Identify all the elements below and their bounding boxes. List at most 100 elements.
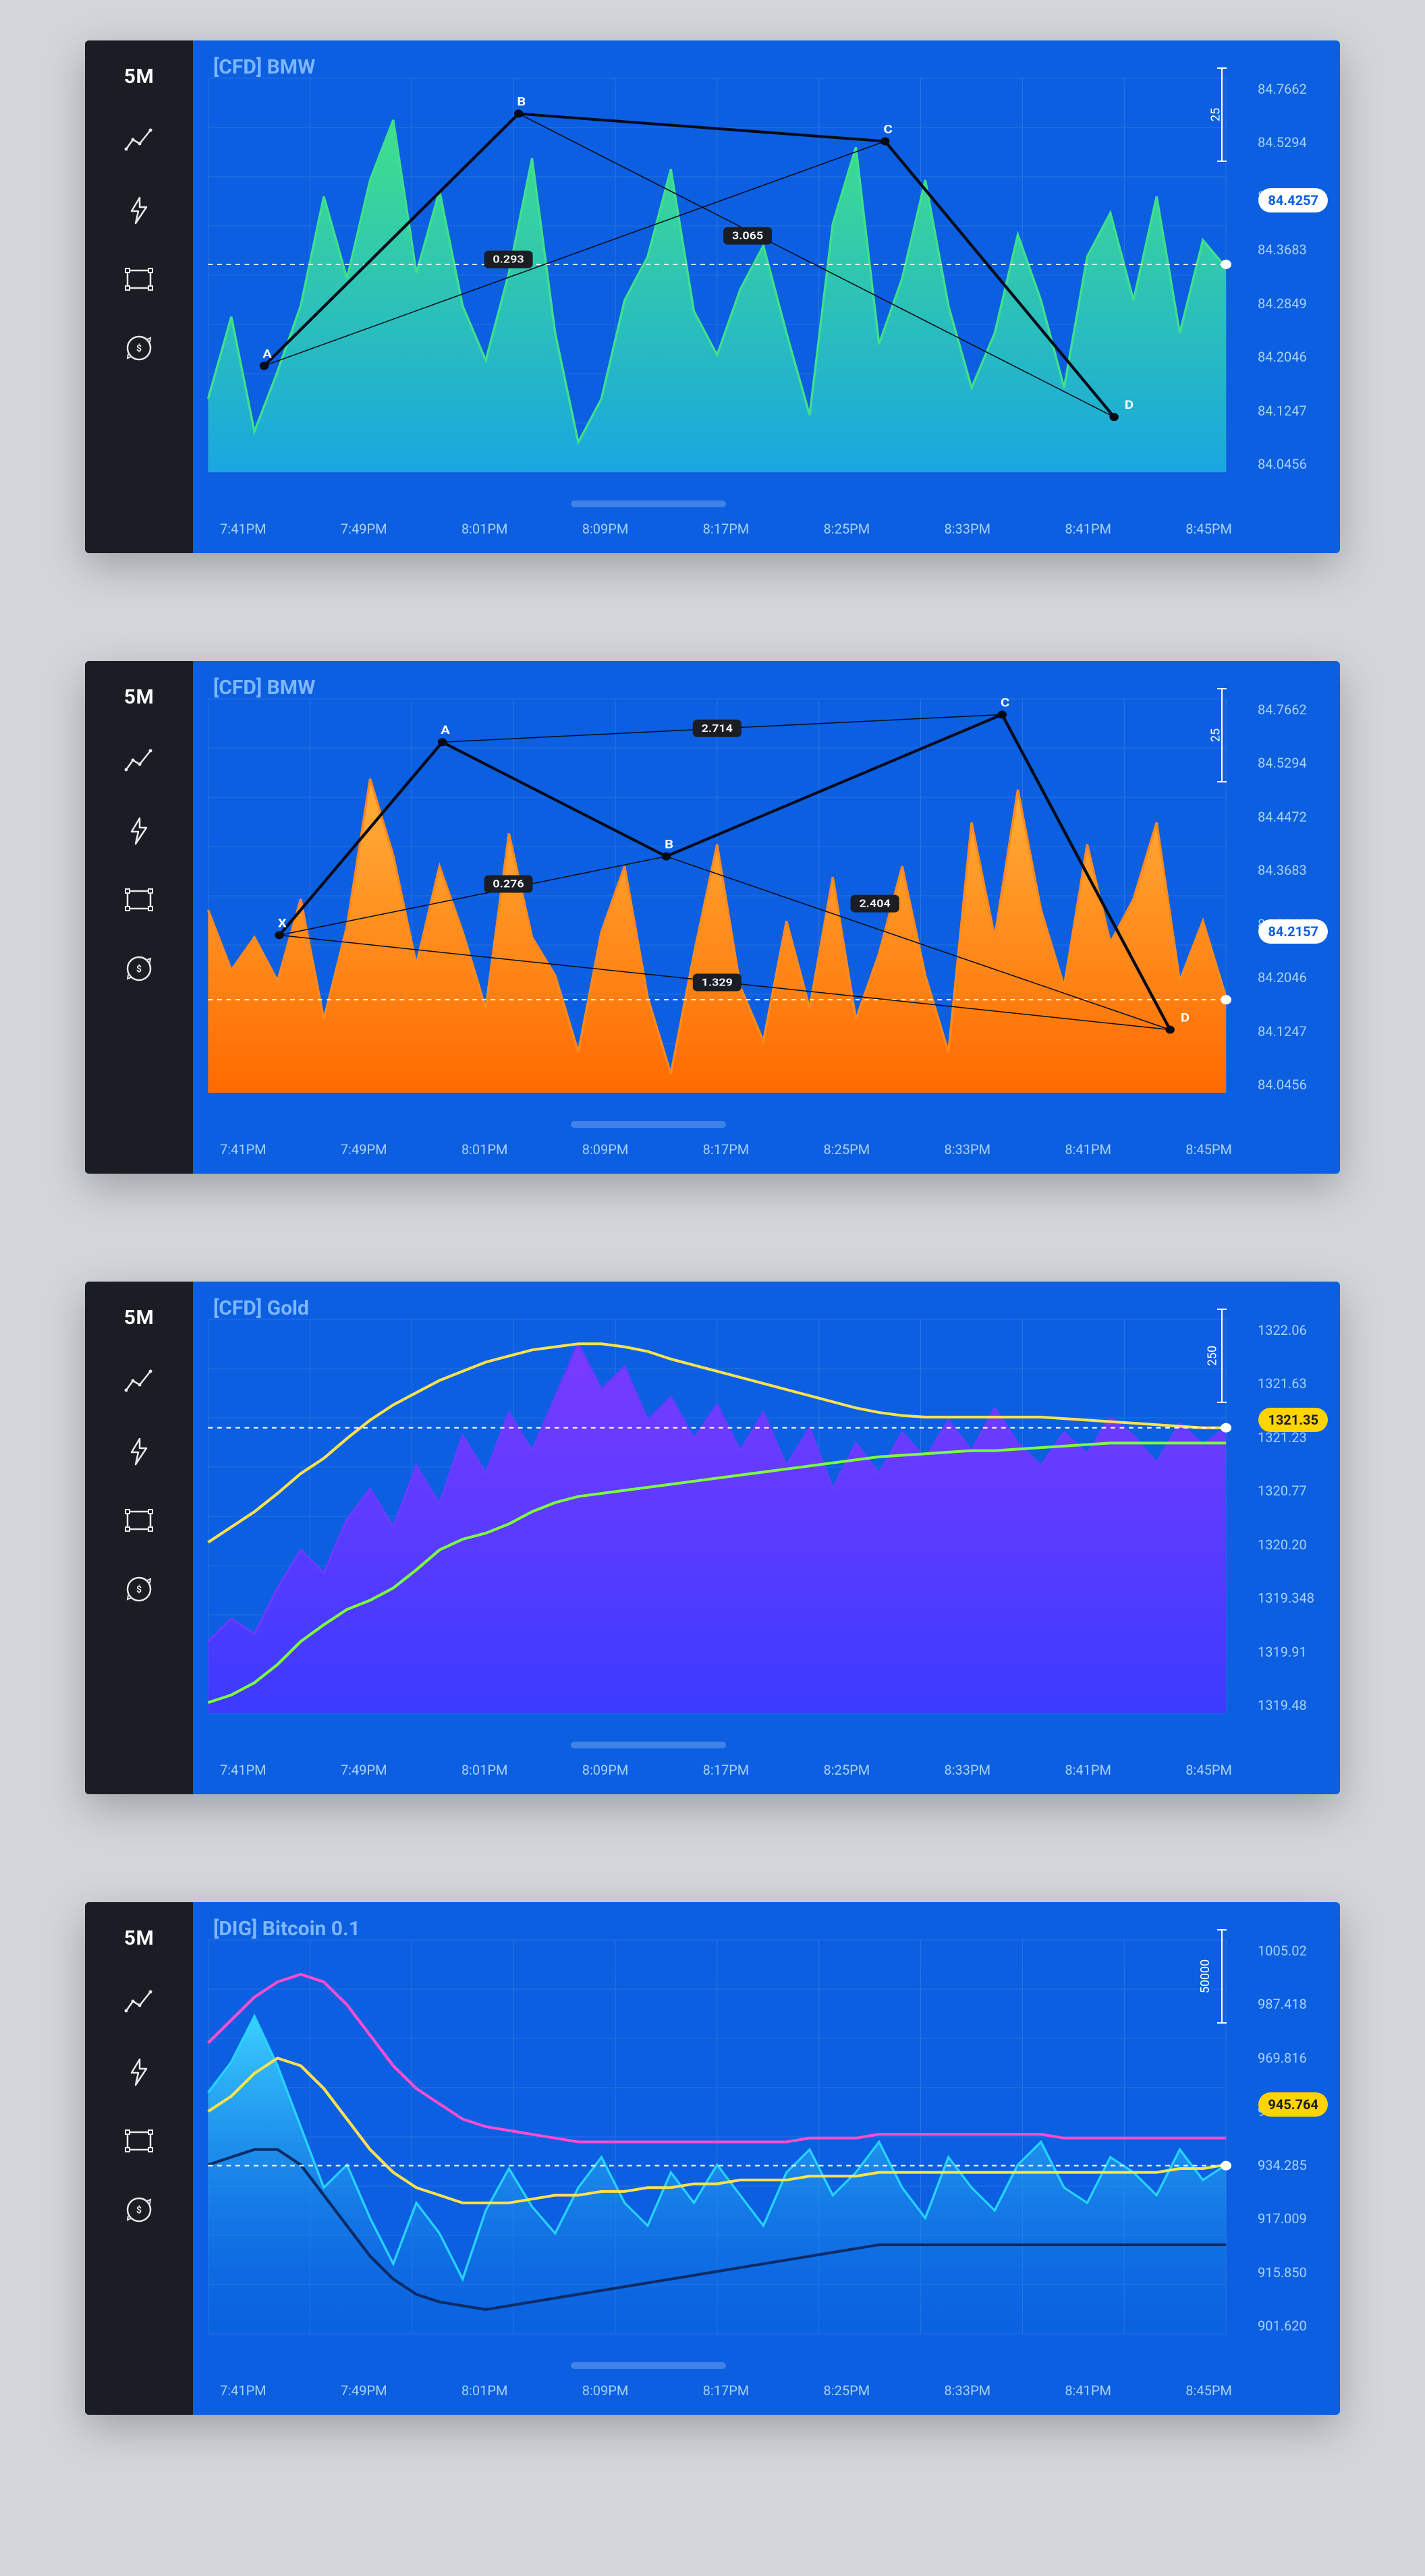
time-scrubber[interactable] xyxy=(571,1742,726,1748)
timeframe-button[interactable]: 5M xyxy=(124,65,154,88)
current-price-pill: 84.4257 xyxy=(1258,188,1328,212)
y-axis: 1005.02987.418969.816952.214934.285917.0… xyxy=(1246,1902,1340,2415)
svg-text:2.714: 2.714 xyxy=(702,722,733,735)
x-tick: 8:45PM xyxy=(1185,521,1232,537)
y-tick: 84.3683 xyxy=(1246,241,1340,258)
trend-line-icon[interactable] xyxy=(123,747,155,778)
y-tick: 1319.348 xyxy=(1246,1590,1340,1606)
chart-area: [CFD] BMW XABCD2.7140.2762.4041.32984.76… xyxy=(193,661,1340,1174)
bolt-icon[interactable] xyxy=(123,815,155,847)
bolt-icon[interactable] xyxy=(123,1436,155,1467)
current-price-dot xyxy=(1221,1423,1231,1433)
x-tick: 8:01PM xyxy=(462,1762,508,1778)
svg-text:2.404: 2.404 xyxy=(860,898,891,911)
timeframe-button[interactable]: 5M xyxy=(124,1306,154,1329)
y-tick: 987.418 xyxy=(1246,1996,1340,2012)
y-tick: 84.2046 xyxy=(1246,349,1340,365)
chart-area: [CFD] Gold 1322.061321.631321.231320.771… xyxy=(193,1282,1340,1794)
instrument-title: [CFD] BMW xyxy=(213,55,315,79)
y-tick: 1320.77 xyxy=(1246,1483,1340,1499)
toolbar: 5M $ xyxy=(85,661,193,1174)
x-tick: 8:25PM xyxy=(824,1762,870,1778)
x-tick: 7:49PM xyxy=(341,521,387,537)
x-tick: 8:17PM xyxy=(703,2382,750,2399)
svg-text:B: B xyxy=(665,837,673,852)
x-tick: 8:09PM xyxy=(582,521,629,537)
x-tick: 8:09PM xyxy=(582,2382,629,2399)
timeframe-button[interactable]: 5M xyxy=(124,1926,154,1950)
x-tick: 8:41PM xyxy=(1065,1762,1111,1778)
x-tick: 7:49PM xyxy=(341,1762,387,1778)
bolt-icon[interactable] xyxy=(123,195,155,226)
x-tick: 8:45PM xyxy=(1185,1141,1232,1157)
x-tick: 8:01PM xyxy=(462,521,508,537)
price-chart[interactable]: XABCD2.7140.2762.4041.329 xyxy=(193,661,1340,1174)
chart-panel: 5M$[CFD] BMW XABCD2.7140.2762.4041.32984… xyxy=(85,661,1340,1174)
cycle-icon[interactable]: $ xyxy=(123,2194,155,2225)
instrument-title: [CFD] Gold xyxy=(213,1296,309,1320)
y-tick: 84.5294 xyxy=(1246,755,1340,771)
rectangle-icon[interactable] xyxy=(123,884,155,915)
current-price-pill: 945.764 xyxy=(1258,2092,1328,2117)
svg-text:3.065: 3.065 xyxy=(732,230,764,243)
price-scale-marker: 250 xyxy=(1212,1309,1232,1403)
price-scale-marker: 25 xyxy=(1212,688,1232,782)
x-tick: 8:17PM xyxy=(703,1141,750,1157)
svg-text:$: $ xyxy=(136,343,142,354)
cycle-icon[interactable]: $ xyxy=(123,1574,155,1605)
chart-panel: 5M$[CFD] BMW ABCD0.2933.06584.766284.529… xyxy=(85,40,1340,553)
rectangle-icon[interactable] xyxy=(123,1505,155,1536)
x-tick: 8:41PM xyxy=(1065,521,1111,537)
rectangle-icon[interactable] xyxy=(123,2125,155,2156)
x-tick: 7:41PM xyxy=(220,521,267,537)
price-scale-marker: 25 xyxy=(1212,67,1232,162)
y-tick: 1319.48 xyxy=(1246,1697,1340,1713)
x-tick: 8:33PM xyxy=(944,521,990,537)
time-scrubber[interactable] xyxy=(571,1121,726,1128)
price-chart[interactable] xyxy=(193,1282,1340,1794)
svg-text:$: $ xyxy=(136,1584,142,1595)
chart-panel: 5M$[DIG] Bitcoin 0.1 1005.02987.418969.8… xyxy=(85,1902,1340,2415)
x-tick: 8:09PM xyxy=(582,1762,629,1778)
y-tick: 84.2046 xyxy=(1246,969,1340,985)
x-tick: 8:01PM xyxy=(462,2382,508,2399)
y-tick: 84.4472 xyxy=(1246,809,1340,825)
cycle-icon[interactable]: $ xyxy=(123,333,155,364)
current-price-dot xyxy=(1221,2161,1231,2171)
svg-text:C: C xyxy=(1001,695,1009,710)
x-tick: 8:17PM xyxy=(703,1762,750,1778)
chart-panel: 5M $ [CFD] Gold 1322.061321.631321.231320.… xyxy=(85,1282,1340,1794)
price-chart[interactable]: ABCD0.2933.065 xyxy=(193,40,1340,553)
bolt-icon[interactable] xyxy=(123,2057,155,2088)
x-tick: 8:25PM xyxy=(824,1141,870,1157)
svg-text:0.276: 0.276 xyxy=(493,878,524,890)
y-tick: 969.816 xyxy=(1246,2050,1340,2066)
y-tick: 915.850 xyxy=(1246,2264,1340,2281)
y-tick: 84.0456 xyxy=(1246,456,1340,472)
svg-text:D: D xyxy=(1125,397,1134,412)
time-scrubber[interactable] xyxy=(571,500,726,507)
svg-text:0.293: 0.293 xyxy=(493,254,524,266)
svg-text:D: D xyxy=(1181,1010,1190,1025)
timeframe-button[interactable]: 5M xyxy=(124,685,154,709)
y-tick: 1319.91 xyxy=(1246,1644,1340,1660)
y-tick: 934.285 xyxy=(1246,2157,1340,2173)
y-tick: 84.3683 xyxy=(1246,862,1340,878)
current-price-dot xyxy=(1221,260,1231,269)
toolbar: 5M $ xyxy=(85,40,193,553)
x-tick: 7:41PM xyxy=(220,1141,267,1157)
trend-line-icon[interactable] xyxy=(123,1367,155,1398)
x-tick: 8:45PM xyxy=(1185,1762,1232,1778)
x-tick: 8:25PM xyxy=(824,2382,870,2399)
time-scrubber[interactable] xyxy=(571,2362,726,2369)
price-chart[interactable] xyxy=(193,1902,1340,2415)
scale-label: 50000 xyxy=(1198,1959,1212,1994)
trend-line-icon[interactable] xyxy=(123,1988,155,2019)
cycle-icon[interactable]: $ xyxy=(123,953,155,984)
toolbar: 5M $ xyxy=(85,1902,193,2415)
trend-line-icon[interactable] xyxy=(123,126,155,157)
svg-text:$: $ xyxy=(136,963,142,975)
toolbar: 5M $ xyxy=(85,1282,193,1794)
rectangle-icon[interactable] xyxy=(123,264,155,295)
y-tick: 84.1247 xyxy=(1246,1023,1340,1039)
